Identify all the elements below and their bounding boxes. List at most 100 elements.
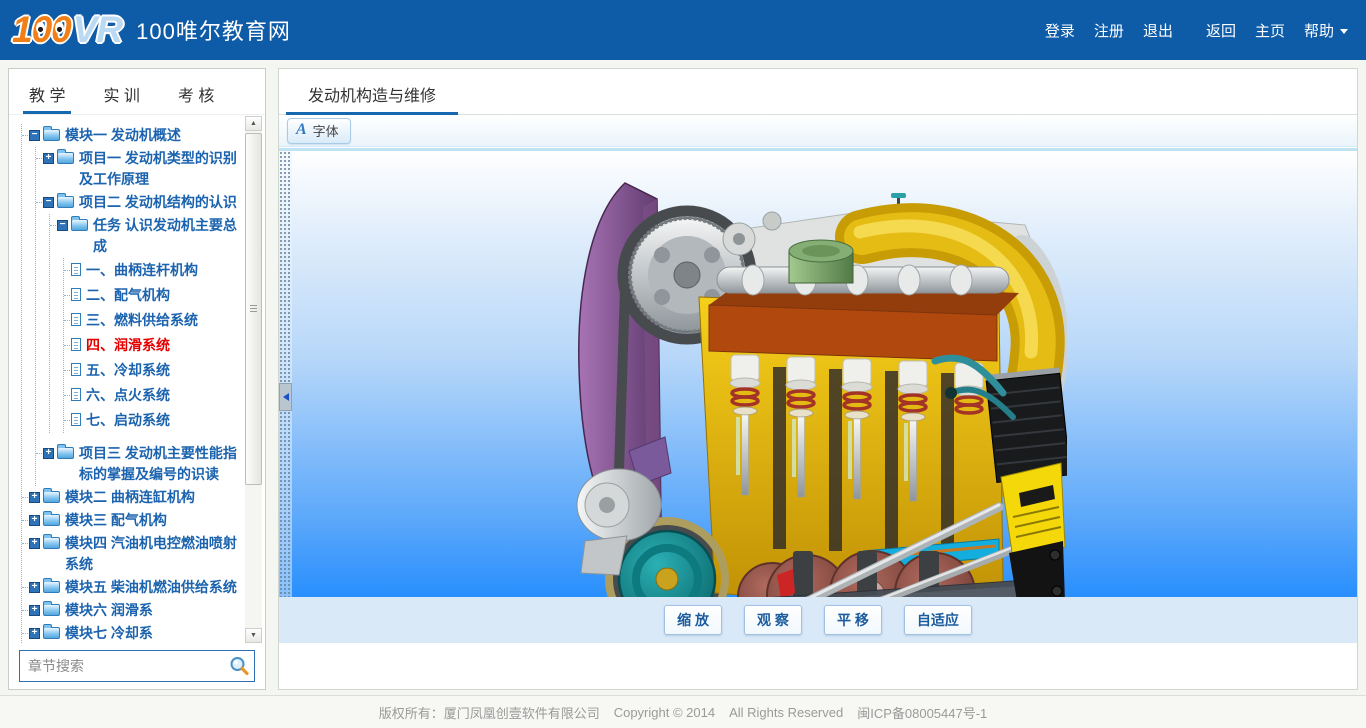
expand-icon[interactable]: + bbox=[29, 538, 40, 549]
tree-item-label: 三、燃料供给系统 bbox=[86, 310, 198, 331]
tree-item-label: 任务 认识发动机主要总成 bbox=[93, 215, 242, 257]
scrollbar-thumb[interactable] bbox=[245, 133, 262, 485]
tree-item-label: 模块三 配气机构 bbox=[65, 510, 167, 531]
expand-icon[interactable]: + bbox=[43, 448, 54, 459]
zoom-button[interactable]: 缩 放 bbox=[664, 605, 722, 635]
folder-icon bbox=[43, 604, 60, 616]
document-icon bbox=[71, 288, 81, 301]
tree-item-label: 二、配气机构 bbox=[86, 285, 170, 306]
fit-button[interactable]: 自适应 bbox=[904, 605, 972, 635]
tree-item[interactable]: − 项目二 发动机结构的认识 bbox=[36, 191, 242, 214]
sidebar-tab-实训[interactable]: 实 训 bbox=[103, 69, 139, 114]
tree-connector bbox=[64, 335, 70, 346]
expand-icon[interactable]: + bbox=[29, 582, 40, 593]
footer: 版权所有：厦门凤凰创壹软件有限公司Copyright © 2014All Rig… bbox=[0, 695, 1366, 728]
font-button[interactable]: A 字体 bbox=[287, 118, 351, 144]
folder-icon bbox=[57, 447, 74, 459]
tree-connector bbox=[64, 310, 70, 321]
logo-100-text: 100 bbox=[12, 9, 71, 51]
nav-link-退出[interactable]: 退出 bbox=[1143, 20, 1173, 41]
footer-text: 闽ICP备08005447号-1 bbox=[857, 703, 987, 722]
tree-item-label: 六、点火系统 bbox=[86, 385, 170, 406]
tree-scrollbar[interactable]: ▲ ▼ bbox=[245, 116, 262, 643]
folder-icon bbox=[43, 537, 60, 549]
nav-link-帮助[interactable]: 帮助 bbox=[1304, 20, 1348, 41]
scroll-up-button[interactable]: ▲ bbox=[245, 116, 262, 131]
viewer-3d-canvas[interactable]: 缩 放观 察平 移自适应 bbox=[279, 148, 1357, 643]
document-icon bbox=[71, 413, 81, 426]
tree-item[interactable]: +模块二 曲柄连缸机构 bbox=[22, 486, 242, 509]
tree-item-label: 模块六 润滑系 bbox=[65, 600, 153, 621]
tree-item-label: 项目二 发动机结构的认识 bbox=[79, 192, 237, 213]
tree-item[interactable]: 四、润滑系统 bbox=[64, 333, 242, 358]
expand-icon[interactable]: + bbox=[29, 605, 40, 616]
folder-icon bbox=[43, 514, 60, 526]
tab-engine-course[interactable]: 发动机构造与维修 bbox=[286, 69, 458, 114]
nav-link-登录[interactable]: 登录 bbox=[1045, 20, 1075, 41]
tree-connector bbox=[64, 385, 70, 396]
sidebar-tab-教学[interactable]: 教 学 bbox=[29, 69, 65, 114]
expand-icon[interactable]: + bbox=[29, 515, 40, 526]
pan-button[interactable]: 平 移 bbox=[824, 605, 882, 635]
tree-connector bbox=[22, 125, 28, 136]
tree-connector bbox=[36, 192, 42, 203]
chevron-left-icon bbox=[283, 393, 289, 401]
nav-link-注册[interactable]: 注册 bbox=[1094, 20, 1124, 41]
tree-item[interactable]: + 模块三 配气机构 bbox=[22, 509, 242, 532]
tree-item[interactable]: 三、燃料供给系统 bbox=[64, 308, 242, 333]
folder-icon bbox=[71, 219, 88, 231]
folder-icon bbox=[57, 152, 74, 164]
collapse-icon[interactable]: − bbox=[43, 197, 54, 208]
site-title: 100唯尔教育网 bbox=[136, 14, 291, 46]
document-icon bbox=[71, 313, 81, 326]
expand-icon[interactable]: + bbox=[29, 628, 40, 639]
nav-link-主页[interactable]: 主页 bbox=[1255, 20, 1285, 41]
folder-icon bbox=[43, 581, 60, 593]
tree-item[interactable]: +项目一 发动机类型的识别及工作原理 bbox=[36, 147, 242, 191]
collapse-icon[interactable]: − bbox=[57, 220, 68, 231]
tree-item[interactable]: 七、启动系统 bbox=[64, 408, 242, 433]
tree-item[interactable]: 五、冷却系统 bbox=[64, 358, 242, 383]
sidebar-tab-考核[interactable]: 考 核 bbox=[178, 69, 214, 114]
tree-item[interactable]: − 任务 认识发动机主要总成 bbox=[50, 214, 242, 258]
tree-item[interactable]: 六、点火系统 bbox=[64, 383, 242, 408]
folder-icon bbox=[43, 627, 60, 639]
sidebar: 教 学实 训考 核 −模块一 发动机概述+项目一 发动机类型的识别及工作原理−项… bbox=[8, 68, 266, 690]
chapter-search bbox=[19, 650, 255, 682]
header-nav: 登录注册退出 返回主页帮助 bbox=[1045, 20, 1366, 41]
tree-item-label: 一、曲柄连杆机构 bbox=[86, 260, 198, 281]
expand-icon[interactable]: + bbox=[43, 153, 54, 164]
tree-item[interactable]: +模块七 冷却系 bbox=[22, 622, 242, 644]
folder-icon bbox=[57, 196, 74, 208]
tree-item[interactable]: + 模块六 润滑系 bbox=[22, 599, 242, 622]
nav-link-返回[interactable]: 返回 bbox=[1206, 20, 1236, 41]
footer-text: Copyright © 2014 bbox=[614, 705, 715, 720]
tree-children: − 任务 认识发动机主要总成一、曲柄连杆机构二、配气机构三、燃料供给系统四、润滑系… bbox=[49, 214, 242, 433]
tree-item[interactable]: +项目三 发动机主要性能指标的掌握及编号的识读 bbox=[36, 442, 242, 486]
search-button[interactable] bbox=[224, 651, 254, 681]
tree-connector bbox=[22, 510, 28, 521]
sidebar-splitter[interactable] bbox=[279, 151, 292, 643]
logo-vr-text: VR bbox=[73, 9, 122, 51]
scroll-down-button[interactable]: ▼ bbox=[245, 628, 262, 643]
tree-connector bbox=[22, 577, 28, 588]
main-tabbar: 发动机构造与维修 bbox=[279, 69, 1357, 115]
tree-connector bbox=[64, 410, 70, 421]
site-logo[interactable]: 100 VR bbox=[12, 9, 122, 51]
tree-connector bbox=[22, 487, 28, 498]
search-input[interactable] bbox=[20, 658, 224, 674]
observe-button[interactable]: 观 察 bbox=[744, 605, 802, 635]
tree-item[interactable]: 一、曲柄连杆机构 bbox=[64, 258, 242, 283]
tree-connector bbox=[64, 360, 70, 371]
page: 100 VR 100唯尔教育网 登录注册退出 返回主页帮助 教 学 实 训 考 核 −… bbox=[0, 0, 1366, 728]
tree-item-label: 七、启动系统 bbox=[86, 410, 170, 431]
tree-item[interactable]: +模块五 柴油机燃油供给系统 bbox=[22, 576, 242, 599]
tree-item[interactable]: −模块一 发动机概述 bbox=[22, 124, 242, 147]
expand-icon[interactable]: + bbox=[29, 492, 40, 503]
tree-item[interactable]: 二、配气机构 bbox=[64, 283, 242, 308]
chevron-down-icon bbox=[1340, 29, 1348, 34]
tree-item[interactable]: +模块四 汽油机电控燃油喷射系统 bbox=[22, 532, 242, 576]
collapse-icon[interactable]: − bbox=[29, 130, 40, 141]
tree-connector bbox=[64, 260, 70, 271]
collapse-sidebar-button[interactable] bbox=[279, 383, 292, 411]
